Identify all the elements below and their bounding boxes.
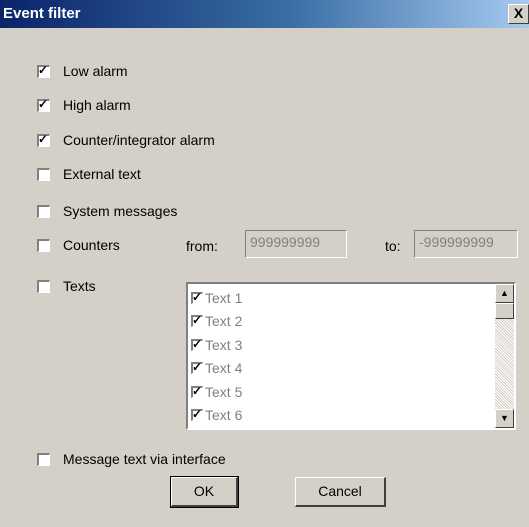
list-item[interactable]: ✓ Text 3 (191, 333, 491, 357)
close-icon: X (513, 5, 524, 21)
title-bar: Event filter X (0, 0, 529, 28)
scroll-thumb[interactable] (495, 303, 514, 319)
message-text-option[interactable]: Message text via interface (37, 450, 226, 468)
texts-listbox[interactable]: ✓ Text 1 ✓ Text 2 ✓ Text 3 ✓ Text 4 ✓ Text 5 … (186, 282, 516, 430)
scroll-up-button[interactable]: ▲ (495, 284, 514, 303)
counters-option[interactable]: Counters (37, 236, 120, 254)
arrow-down-icon: ▼ (500, 413, 509, 423)
counters-checkbox[interactable] (37, 238, 50, 252)
texts-checkbox[interactable] (37, 279, 50, 293)
list-item-checkbox[interactable]: ✓ (191, 407, 203, 422)
counter-alarm-label: Counter/integrator alarm (63, 132, 215, 148)
check-icon: ✓ (38, 96, 49, 111)
system-messages-option[interactable]: System messages (37, 202, 177, 220)
check-icon: ✓ (192, 289, 203, 304)
ok-button[interactable]: OK (170, 476, 239, 508)
high-alarm-checkbox[interactable]: ✓ (37, 96, 50, 112)
counters-label: Counters (63, 237, 120, 253)
list-item-checkbox[interactable]: ✓ (191, 313, 203, 328)
list-item-checkbox[interactable]: ✓ (191, 336, 203, 351)
check-icon: ✓ (192, 313, 203, 328)
low-alarm-checkbox[interactable]: ✓ (37, 62, 50, 78)
list-item[interactable]: ✓ Text 1 (191, 286, 491, 310)
check-icon: ✓ (192, 360, 203, 375)
check-icon: ✓ (192, 407, 203, 422)
to-label: to: (385, 238, 401, 254)
texts-label: Texts (63, 278, 96, 294)
scroll-down-button[interactable]: ▼ (495, 409, 514, 428)
arrow-up-icon: ▲ (500, 288, 509, 298)
list-item-label: Text 1 (205, 289, 243, 306)
texts-option[interactable]: Texts (37, 277, 96, 295)
system-messages-label: System messages (63, 203, 178, 219)
system-messages-checkbox[interactable] (37, 204, 50, 218)
list-item-label: Text 4 (205, 360, 243, 377)
list-item-label: Text 3 (205, 336, 243, 353)
list-item-label: Text 5 (205, 383, 243, 400)
close-button[interactable]: X (508, 4, 529, 24)
external-text-option[interactable]: External text (37, 165, 141, 183)
list-item[interactable]: ✓ Text 6 (191, 404, 491, 428)
counter-alarm-option[interactable]: ✓ Counter/integrator alarm (37, 131, 215, 149)
cancel-button[interactable]: Cancel (295, 477, 386, 507)
check-icon: ✓ (192, 383, 203, 398)
list-item-label: Text 6 (205, 407, 243, 424)
list-item-checkbox[interactable]: ✓ (191, 383, 203, 398)
check-icon: ✓ (38, 131, 49, 146)
vertical-scrollbar[interactable]: ▲ ▼ (495, 284, 514, 428)
list-item[interactable]: ✓ Text 5 (191, 380, 491, 404)
list-item[interactable]: ✓ Text 2 (191, 310, 491, 334)
external-text-label: External text (63, 166, 141, 182)
from-label: from: (186, 238, 218, 254)
from-field[interactable]: 999999999 (245, 230, 347, 258)
window-title: Event filter (3, 5, 81, 22)
external-text-checkbox[interactable] (37, 167, 50, 181)
message-text-label: Message text via interface (63, 451, 226, 467)
list-item-checkbox[interactable]: ✓ (191, 289, 203, 304)
low-alarm-label: Low alarm (63, 63, 128, 79)
list-item-checkbox[interactable]: ✓ (191, 360, 203, 375)
counter-alarm-checkbox[interactable]: ✓ (37, 131, 50, 147)
low-alarm-option[interactable]: ✓ Low alarm (37, 62, 128, 80)
high-alarm-option[interactable]: ✓ High alarm (37, 96, 131, 114)
list-item-label: Text 2 (205, 313, 243, 330)
list-item[interactable]: ✓ Text 4 (191, 357, 491, 381)
check-icon: ✓ (192, 336, 203, 351)
message-text-checkbox[interactable] (37, 452, 50, 466)
high-alarm-label: High alarm (63, 97, 131, 113)
to-field[interactable]: -999999999 (414, 230, 518, 258)
check-icon: ✓ (38, 62, 49, 77)
